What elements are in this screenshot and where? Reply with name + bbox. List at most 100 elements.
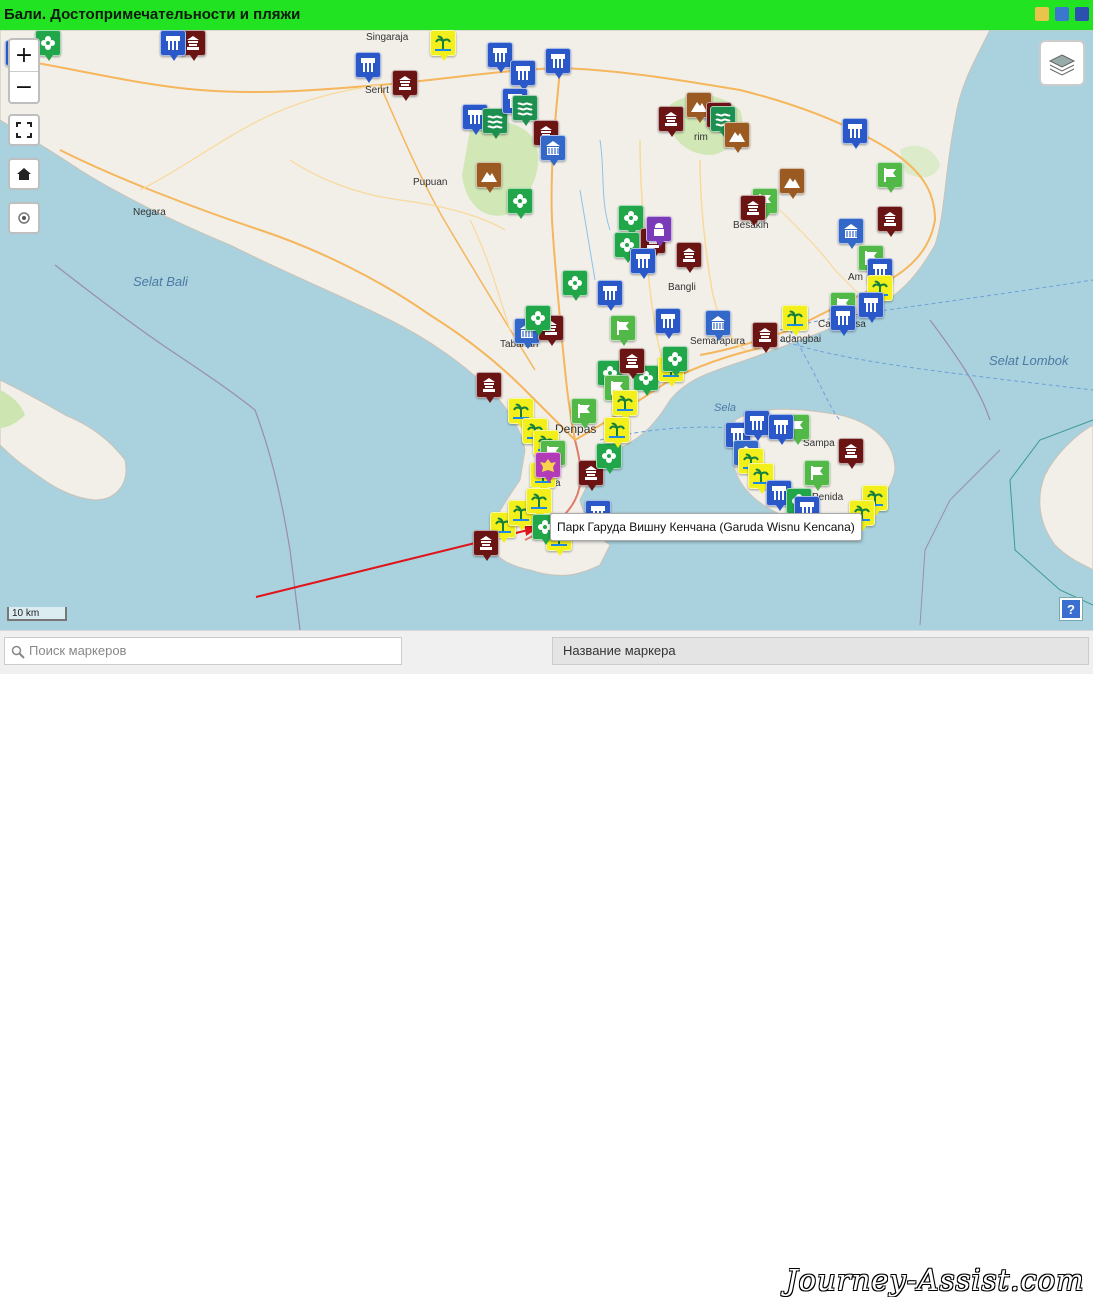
flower-marker[interactable] <box>662 346 688 377</box>
flower-icon <box>624 211 638 225</box>
waterfall-icon <box>864 298 878 312</box>
map-canvas[interactable]: Singaraja Serirt Pupuan Negara Tabanan B… <box>0 30 1093 630</box>
waterfall-marker[interactable] <box>597 280 623 311</box>
layers-icon <box>1048 54 1076 76</box>
sea-label-selat-badung: Sela <box>714 402 737 414</box>
volcano-icon <box>481 172 497 182</box>
waterfall-marker[interactable] <box>858 292 884 323</box>
waterfall-marker[interactable] <box>744 410 770 441</box>
beach-marker[interactable] <box>526 488 552 519</box>
waterfall-marker[interactable] <box>630 248 656 279</box>
page-title: Бали. Достопримечательности и пляжи <box>4 6 301 23</box>
flag-icon <box>884 168 896 182</box>
beach-marker[interactable] <box>604 417 630 448</box>
zoom-in-button[interactable]: + <box>10 40 38 72</box>
waterfall-marker[interactable] <box>510 60 536 91</box>
temple-marker[interactable] <box>476 372 502 403</box>
flower-icon <box>668 352 682 366</box>
waterfall-icon <box>551 54 565 68</box>
layers-button[interactable] <box>1039 40 1085 86</box>
mosque-marker[interactable] <box>646 216 672 247</box>
help-button[interactable]: ? <box>1060 598 1082 620</box>
waterfall-icon <box>516 66 530 80</box>
marker-tooltip: Парк Гаруда Вишну Кенчана (Garuda Wisnu … <box>550 513 862 541</box>
beach-marker[interactable] <box>612 390 638 421</box>
search-icon <box>11 645 25 659</box>
beach-marker[interactable] <box>782 305 808 336</box>
waterfall-icon <box>750 416 764 430</box>
temple-icon <box>845 444 857 458</box>
home-button[interactable] <box>8 158 40 190</box>
temple-marker[interactable] <box>676 242 702 273</box>
flag-marker[interactable] <box>610 315 636 346</box>
flower-icon <box>602 449 616 463</box>
flag-marker[interactable] <box>804 460 830 491</box>
title-bar: Бали. Достопримечательности и пляжи <box>0 0 1093 30</box>
building-icon <box>844 224 858 238</box>
place-label-seririt: Serirt <box>365 85 389 96</box>
waterfall-icon <box>636 254 650 268</box>
beach-marker[interactable] <box>430 30 456 61</box>
fit-bounds-button[interactable] <box>8 114 40 146</box>
volcano-marker[interactable] <box>724 122 750 153</box>
fullscreen-icon[interactable] <box>1055 7 1069 21</box>
volcano-marker[interactable] <box>476 162 502 193</box>
temple-marker[interactable] <box>740 195 766 226</box>
waterfall-icon <box>774 420 788 434</box>
home-icon <box>17 168 31 180</box>
building-marker[interactable] <box>838 218 864 249</box>
garuda-marker[interactable] <box>535 452 561 483</box>
building-marker[interactable] <box>705 310 731 341</box>
water-green-marker[interactable] <box>512 95 538 126</box>
flag-marker[interactable] <box>571 398 597 429</box>
waterfall-icon <box>166 36 180 50</box>
flag-icon <box>578 404 590 418</box>
flower-icon <box>531 311 545 325</box>
place-label-bangli: Bangli <box>668 282 696 293</box>
temple-marker[interactable] <box>838 438 864 469</box>
building-marker[interactable] <box>540 135 566 166</box>
temple-icon <box>683 248 695 262</box>
temple-icon <box>759 328 771 342</box>
zoom-out-button[interactable]: − <box>10 72 38 103</box>
locate-icon <box>18 212 30 224</box>
waterfall-marker[interactable] <box>655 308 681 339</box>
waterfall-icon <box>848 124 862 138</box>
flower-marker[interactable] <box>525 305 551 336</box>
flower-marker[interactable] <box>618 205 644 236</box>
waterfall-marker[interactable] <box>830 305 856 336</box>
waterfall-icon <box>361 58 375 72</box>
share-icon[interactable] <box>1075 7 1089 21</box>
place-label-pupuan: Pupuan <box>413 177 448 188</box>
temple-marker[interactable] <box>392 70 418 101</box>
flower-marker[interactable] <box>562 270 588 301</box>
waterfall-marker[interactable] <box>545 48 571 79</box>
flower-marker[interactable] <box>507 188 533 219</box>
beach-icon <box>435 35 451 51</box>
waterfall-marker[interactable] <box>355 52 381 83</box>
sea-label-selat-lombok: Selat Lombok <box>989 353 1069 368</box>
volcano-icon <box>784 178 800 188</box>
temple-icon <box>483 378 495 392</box>
expand-icon <box>16 122 32 138</box>
place-label-negara: Negara <box>133 207 166 218</box>
edit-icon[interactable] <box>1035 7 1049 21</box>
marker-search-input[interactable]: Поиск маркеров <box>4 637 402 665</box>
beach-icon <box>609 422 625 438</box>
waterfall-marker[interactable] <box>768 414 794 445</box>
temple-marker[interactable] <box>877 206 903 237</box>
temple-marker[interactable] <box>473 530 499 561</box>
locate-button[interactable] <box>8 202 40 234</box>
temple-marker[interactable] <box>658 106 684 137</box>
bottom-bar: Поиск маркеров Название маркера Journey-… <box>0 630 1093 1297</box>
flag-marker[interactable] <box>877 162 903 193</box>
temple-icon <box>665 112 677 126</box>
temple-marker[interactable] <box>619 348 645 379</box>
marker-name-field[interactable]: Название маркера <box>552 637 1089 665</box>
waterfall-marker[interactable] <box>160 30 186 61</box>
flower-icon <box>41 36 55 50</box>
temple-marker[interactable] <box>752 322 778 353</box>
volcano-marker[interactable] <box>779 168 805 199</box>
waterfall-marker[interactable] <box>842 118 868 149</box>
place-label-amlapura: Am <box>848 272 863 283</box>
